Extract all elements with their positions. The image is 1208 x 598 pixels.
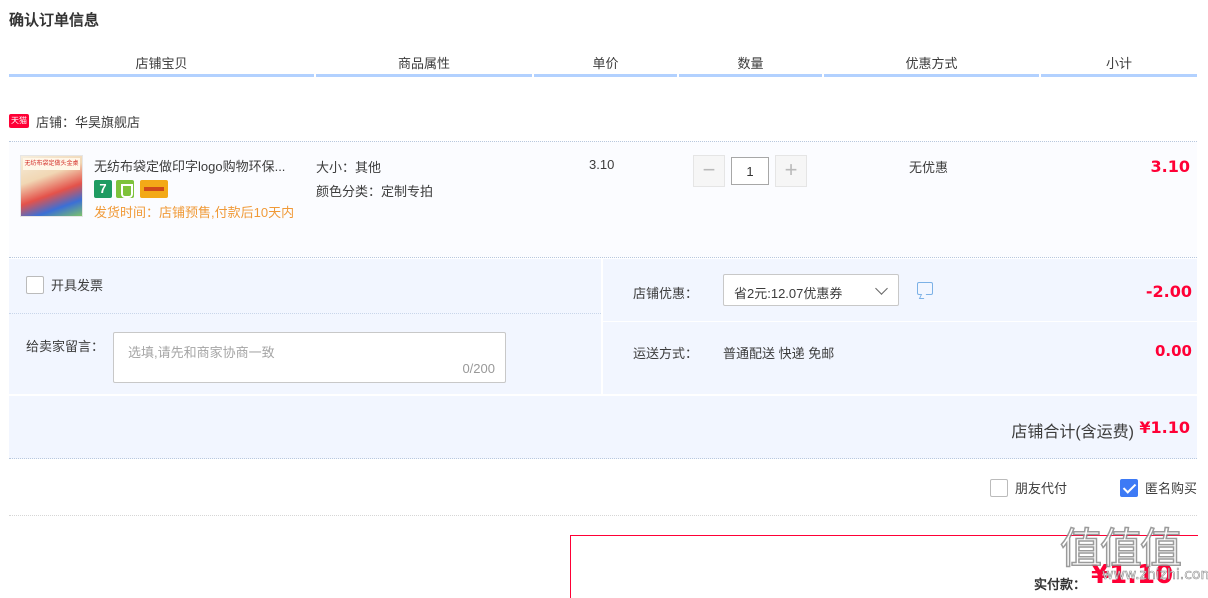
chevron-down-icon (875, 282, 888, 295)
friend-pay-label: 朋友代付 (1014, 481, 1067, 496)
watermark-url: www.zhizhi.com (1102, 567, 1208, 584)
column-shop-item: 店铺宝贝 (9, 50, 314, 77)
quantity-stepper: − + (693, 155, 807, 187)
quantity-increase-button[interactable]: + (775, 155, 807, 187)
property-color: 颜色分类：定制专拍 (316, 184, 434, 199)
discount-method: 无优惠 (909, 160, 949, 175)
column-quantity: 数量 (679, 50, 822, 77)
anonymous-purchase-option[interactable]: 匿名购买 (1119, 478, 1197, 497)
page-title: 确认订单信息 (9, 12, 100, 29)
coupon-shipping-panel: 店铺优惠： 省2元:12.07优惠券 -2.00 运送方式： 普通配送 快递 免… (603, 259, 1197, 394)
quantity-input[interactable] (731, 157, 769, 185)
unit-price: 3.10 (589, 157, 615, 172)
column-subtotal: 小计 (1041, 50, 1197, 77)
coupon-select[interactable]: 省2元:12.07优惠券 (723, 274, 899, 306)
shop-total-label: 店铺合计(含运费) (1011, 424, 1134, 441)
coupon-selected-value: 省2元:12.07优惠券 (734, 286, 843, 301)
divider (603, 321, 1197, 322)
column-discount: 优惠方式 (824, 50, 1039, 77)
anonymous-label: 匿名购买 (1144, 481, 1197, 496)
shop-row: 天猫 店铺：华昊旗舰店 (9, 110, 140, 132)
item-subtotal: 3.10 (1150, 157, 1190, 176)
friend-pay-option[interactable]: 朋友代付 (989, 478, 1067, 497)
coupon-label: 店铺优惠： (633, 286, 699, 301)
credit-card-icon[interactable] (140, 180, 168, 198)
quantity-decrease-button[interactable]: − (693, 155, 725, 187)
order-item-row: 无纺布袋定做头金桌 无纺布袋定做印字logo购物环保... 7 发货时间：店铺预… (9, 141, 1197, 258)
delivery-time-notice: 发货时间：店铺预售,付款后10天内 (94, 205, 295, 220)
seven-day-return-icon[interactable]: 7 (94, 180, 112, 198)
shipping-amount: 0.00 (1154, 342, 1192, 360)
product-properties: 大小：其他 颜色分类：定制专拍 (316, 156, 433, 204)
column-item-props: 商品属性 (316, 50, 532, 77)
product-thumbnail[interactable]: 无纺布袋定做头金桌 (20, 155, 83, 217)
shop-total-amount: ¥1.10 (1139, 418, 1190, 437)
shop-name[interactable]: 店铺：华昊旗舰店 (36, 112, 140, 131)
invoice-message-panel: 开具发票 给卖家留言： 选填,请先和商家协商一致 0/200 (9, 259, 601, 394)
column-unit-price: 单价 (534, 50, 677, 77)
product-title-link[interactable]: 无纺布袋定做印字logo购物环保... (94, 156, 312, 175)
chat-bubble-icon[interactable] (917, 282, 933, 295)
service-icons: 7 (94, 180, 168, 198)
invoice-label: 开具发票 (51, 278, 104, 293)
column-header-row: 店铺宝贝 商品属性 单价 数量 优惠方式 小计 (9, 50, 1197, 80)
anonymous-checkbox[interactable] (1119, 478, 1138, 497)
shield-guarantee-icon[interactable] (116, 180, 134, 198)
shop-total-row: 店铺合计(含运费) ¥1.10 (9, 396, 1197, 459)
divider (9, 313, 601, 314)
message-char-count: 0/200 (462, 361, 495, 376)
coupon-amount: -2.00 (1145, 282, 1192, 301)
message-label: 给卖家留言： (26, 339, 105, 354)
shipping-label: 运送方式： (633, 346, 699, 361)
seller-message-textarea[interactable]: 选填,请先和商家协商一致 0/200 (113, 332, 506, 383)
site-watermark: 值值值 www.zhizhi.com (1058, 515, 1208, 598)
shipping-method: 普通配送 快递 免邮 (723, 346, 835, 361)
payment-options-row: 朋友代付 匿名购买 (9, 468, 1197, 516)
invoice-option[interactable]: 开具发票 (26, 275, 103, 294)
message-placeholder: 选填,请先和商家协商一致 (128, 345, 275, 360)
thumbnail-caption: 无纺布袋定做头金桌 (23, 158, 80, 170)
invoice-checkbox[interactable] (26, 275, 44, 294)
tmall-badge-icon: 天猫 (9, 114, 29, 128)
property-size: 大小：其他 (316, 160, 382, 175)
friend-pay-checkbox[interactable] (989, 478, 1008, 497)
